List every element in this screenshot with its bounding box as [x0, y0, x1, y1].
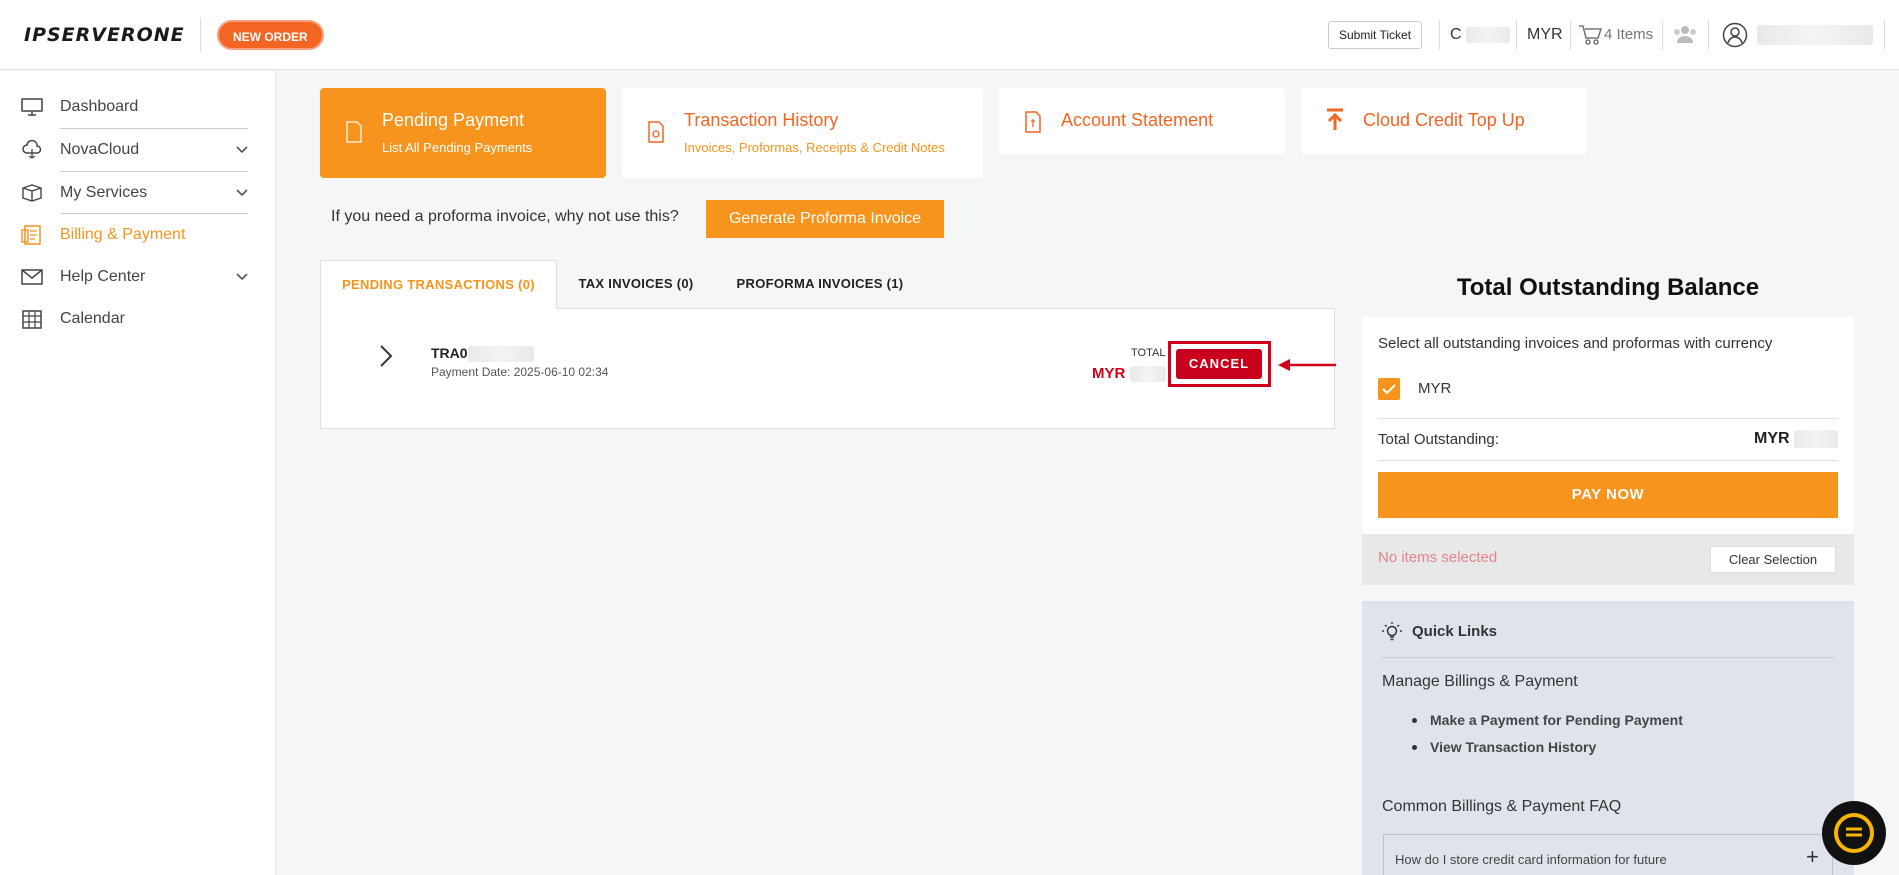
- document-icon: [346, 121, 362, 143]
- tab-tax-invoices[interactable]: TAX INVOICES (0): [566, 260, 706, 308]
- card-title: Transaction History: [684, 110, 839, 130]
- check-icon: [1382, 384, 1396, 395]
- clear-selection-button[interactable]: Clear Selection: [1710, 546, 1836, 573]
- faq-heading: Common Billings & Payment FAQ: [1382, 798, 1622, 815]
- header-divider: [1439, 20, 1440, 50]
- currency-selector[interactable]: MYR: [1527, 24, 1563, 46]
- quick-link-make-payment[interactable]: Make a Payment for Pending Payment: [1430, 712, 1683, 728]
- tab-proforma-invoices[interactable]: PROFORMA INVOICES (1): [728, 260, 912, 308]
- billing-icon: [20, 225, 44, 245]
- divider: [1378, 460, 1838, 461]
- cart-link[interactable]: 4 Items: [1578, 24, 1653, 46]
- chevron-down-icon: [236, 270, 248, 284]
- outstanding-description: Select all outstanding invoices and prof…: [1378, 335, 1773, 352]
- total-outstanding-label: Total Outstanding:: [1378, 431, 1499, 448]
- bullet: [1412, 745, 1417, 750]
- plus-icon[interactable]: +: [1806, 844, 1819, 870]
- chat-widget-button[interactable]: [1822, 801, 1886, 865]
- redacted-amount: [1794, 430, 1839, 448]
- card-subtitle: Invoices, Proformas, Receipts & Credit N…: [684, 140, 945, 155]
- header-divider: [1516, 20, 1517, 50]
- sidebar-item-label: Dashboard: [60, 98, 139, 115]
- selection-status: No items selected: [1378, 549, 1498, 566]
- sidebar-item-label: NovaCloud: [60, 141, 140, 158]
- card-title: Pending Payment: [382, 110, 525, 130]
- header-divider: [1570, 20, 1571, 50]
- total-outstanding-amount: MYR: [1754, 430, 1839, 448]
- lightbulb-icon: [1382, 622, 1402, 641]
- currency-checkbox[interactable]: [1378, 378, 1400, 400]
- sidebar-item-billing-payment[interactable]: Billing & Payment: [20, 214, 248, 256]
- top-header: IPSERVERONE NEW ORDER Submit Ticket C MY…: [0, 0, 1899, 70]
- total-label: TOTAL: [1131, 347, 1166, 359]
- card-account-statement[interactable]: Account Statement: [999, 88, 1285, 154]
- chat-icon: [1834, 813, 1874, 853]
- generate-proforma-button[interactable]: Generate Proforma Invoice: [706, 200, 944, 238]
- company-logo[interactable]: IPSERVERONE: [24, 24, 185, 46]
- transaction-id[interactable]: TRA0: [431, 345, 534, 363]
- sidebar-item-novacloud[interactable]: NovaCloud: [20, 129, 248, 171]
- team-icon[interactable]: [1672, 24, 1698, 47]
- header-divider: [1708, 20, 1709, 50]
- currency-option-label: MYR: [1418, 380, 1452, 397]
- annotation-arrow-icon: [1278, 359, 1336, 371]
- sidebar-item-help-center[interactable]: Help Center: [20, 256, 248, 298]
- sidebar-item-my-services[interactable]: My Services: [20, 172, 248, 214]
- card-pending-payment[interactable]: Pending Payment List All Pending Payment…: [320, 88, 606, 178]
- bullet: [1412, 718, 1417, 723]
- outstanding-currency: MYR: [1754, 430, 1790, 448]
- total-currency: MYR: [1092, 365, 1126, 382]
- calendar-icon: [20, 309, 44, 329]
- proforma-prompt: If you need a proforma invoice, why not …: [331, 208, 679, 225]
- monitor-icon: [20, 97, 44, 117]
- card-cloud-credit-top-up[interactable]: Cloud Credit Top Up: [1301, 88, 1587, 154]
- transaction-total: MYR: [1092, 365, 1166, 383]
- tab-pending-transactions[interactable]: PENDING TRANSACTIONS (0): [320, 260, 557, 309]
- divider: [1382, 657, 1834, 658]
- quick-links-title: Quick Links: [1412, 623, 1498, 640]
- outstanding-title: Total Outstanding Balance: [1456, 274, 1760, 301]
- sidebar-item-calendar[interactable]: Calendar: [20, 298, 248, 340]
- statement-icon: [1025, 111, 1041, 133]
- chevron-down-icon: [236, 186, 248, 200]
- receipt-icon: [648, 121, 664, 143]
- upload-arrow-icon: [1327, 108, 1343, 130]
- card-title: Account Statement: [1061, 110, 1214, 130]
- cloud-icon: [20, 140, 44, 160]
- card-transaction-history[interactable]: Transaction History Invoices, Proformas,…: [622, 88, 983, 178]
- sidebar-item-dashboard[interactable]: Dashboard: [20, 86, 248, 128]
- sidebar-item-label: Billing & Payment: [60, 226, 186, 243]
- chevron-down-icon: [236, 143, 248, 157]
- redacted-credit: [1466, 26, 1511, 43]
- quick-links-heading: Manage Billings & Payment: [1382, 673, 1578, 690]
- transaction-id-prefix: TRA0: [431, 345, 468, 361]
- sidebar-item-label: My Services: [60, 184, 148, 201]
- faq-question[interactable]: How do I store credit card information f…: [1395, 852, 1667, 867]
- redacted-username[interactable]: [1757, 25, 1873, 45]
- box-icon: [20, 183, 44, 203]
- cart-count: 4 Items: [1604, 26, 1654, 43]
- payment-date: Payment Date: 2025-06-10 02:34: [431, 365, 609, 379]
- header-divider: [1662, 20, 1663, 50]
- header-divider: [1884, 20, 1885, 50]
- user-avatar-icon[interactable]: [1722, 22, 1748, 51]
- pay-now-button[interactable]: PAY NOW: [1378, 472, 1838, 518]
- new-order-button[interactable]: NEW ORDER: [217, 20, 324, 50]
- header-divider: [200, 18, 201, 52]
- credit-balance[interactable]: C: [1450, 24, 1511, 46]
- sidebar-item-label: Help Center: [60, 268, 146, 285]
- mail-icon: [20, 267, 44, 287]
- credit-prefix: C: [1450, 26, 1462, 43]
- cancel-button[interactable]: CANCEL: [1176, 349, 1262, 379]
- cart-icon: [1579, 25, 1602, 45]
- chevron-right-icon[interactable]: [379, 344, 393, 368]
- redacted-transaction-id: [467, 346, 534, 363]
- divider: [1378, 418, 1838, 419]
- sidebar-item-label: Calendar: [60, 310, 125, 327]
- redacted-amount: [1129, 366, 1166, 383]
- submit-ticket-button[interactable]: Submit Ticket: [1328, 21, 1423, 49]
- card-title: Cloud Credit Top Up: [1363, 110, 1525, 130]
- card-subtitle: List All Pending Payments: [382, 140, 533, 155]
- quick-link-transaction-history[interactable]: View Transaction History: [1430, 739, 1596, 755]
